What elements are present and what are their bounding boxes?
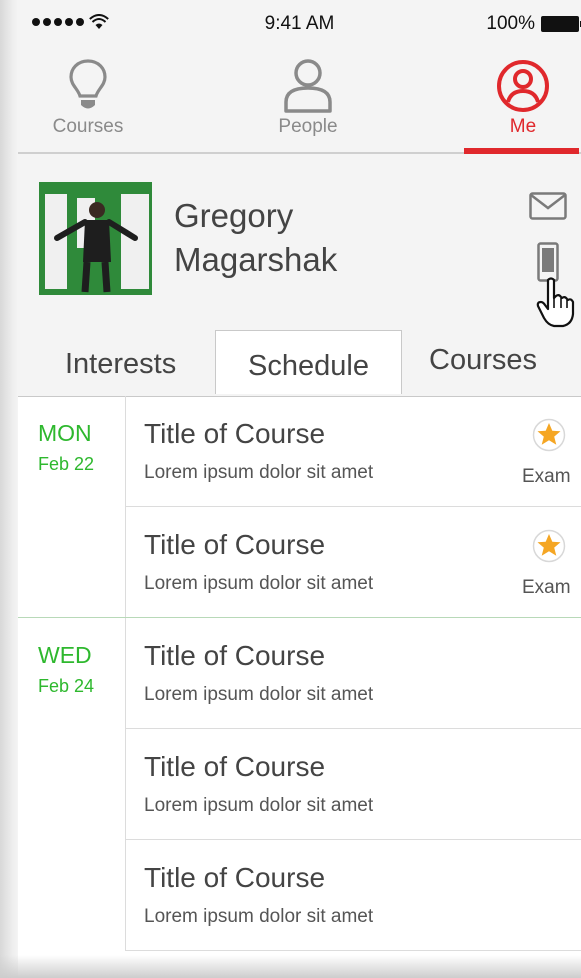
schedule-day-wed: WED Feb 24 Title of Course Lorem ipsum d… bbox=[18, 618, 581, 951]
schedule-list: MON Feb 22 Title of Course Lorem ipsum d… bbox=[18, 396, 581, 951]
main-tab-bar: Courses People Me bbox=[18, 48, 581, 154]
mail-icon[interactable] bbox=[529, 192, 567, 220]
pointer-hand-icon bbox=[536, 277, 575, 328]
day-date: Feb 24 bbox=[38, 676, 95, 696]
tab-me[interactable]: Me bbox=[458, 48, 581, 152]
tab-courses-label: Courses bbox=[52, 116, 124, 137]
course-title: Title of Course bbox=[144, 862, 326, 893]
course-description: Lorem ipsum dolor sit amet bbox=[144, 795, 374, 816]
course-description: Lorem ipsum dolor sit amet bbox=[144, 462, 374, 483]
profile-section-tabs: Interests Schedule Courses bbox=[18, 330, 581, 397]
exam-badge: Exam bbox=[522, 466, 571, 487]
course-title: Title of Course bbox=[144, 751, 326, 782]
course-title: Title of Course bbox=[144, 418, 326, 449]
star-icon[interactable] bbox=[532, 418, 566, 452]
day-date: Feb 22 bbox=[38, 454, 95, 474]
exam-badge: Exam bbox=[522, 577, 571, 598]
lightbulb-icon bbox=[69, 59, 107, 109]
profile-header: Gregory Magarshak bbox=[18, 154, 581, 334]
bottom-shadow bbox=[0, 955, 581, 978]
avatar[interactable] bbox=[39, 182, 152, 295]
battery-percent: 100% bbox=[486, 13, 535, 34]
tab-interests[interactable]: Interests bbox=[65, 348, 176, 381]
course-title: Title of Course bbox=[144, 640, 326, 671]
list-item[interactable]: Title of Course Lorem ipsum dolor sit am… bbox=[126, 618, 581, 729]
course-description: Lorem ipsum dolor sit amet bbox=[144, 684, 374, 705]
tab-courses[interactable]: Courses bbox=[23, 48, 153, 152]
tab-people[interactable]: People bbox=[243, 48, 373, 152]
profile-last-name: Magarshak bbox=[174, 241, 338, 278]
profile-name: Gregory Magarshak bbox=[174, 194, 337, 282]
star-icon[interactable] bbox=[532, 529, 566, 563]
list-item[interactable]: Title of Course Lorem ipsum dolor sit am… bbox=[126, 840, 581, 951]
user-circle-icon bbox=[497, 60, 549, 112]
tab-people-label: People bbox=[278, 116, 338, 137]
course-description: Lorem ipsum dolor sit amet bbox=[144, 906, 374, 927]
list-item[interactable]: Title of Course Lorem ipsum dolor sit am… bbox=[126, 507, 581, 617]
person-icon bbox=[284, 59, 332, 113]
tab-profile-courses[interactable]: Courses bbox=[429, 344, 537, 377]
status-bar: 9:41 AM 100% bbox=[18, 0, 581, 48]
list-item[interactable]: Title of Course Lorem ipsum dolor sit am… bbox=[126, 396, 581, 507]
tab-me-label: Me bbox=[509, 116, 537, 137]
battery-icon bbox=[541, 16, 581, 32]
course-description: Lorem ipsum dolor sit amet bbox=[144, 573, 374, 594]
day-label: MON Feb 22 bbox=[18, 396, 126, 617]
device-edge bbox=[0, 0, 18, 978]
battery-indicator: 100% bbox=[486, 13, 581, 35]
schedule-day-mon: MON Feb 22 Title of Course Lorem ipsum d… bbox=[18, 396, 581, 618]
tab-schedule[interactable]: Schedule bbox=[215, 330, 402, 394]
course-title: Title of Course bbox=[144, 529, 326, 560]
day-label: WED Feb 24 bbox=[18, 618, 126, 951]
list-item[interactable]: Title of Course Lorem ipsum dolor sit am… bbox=[126, 729, 581, 840]
day-of-week: WED bbox=[38, 642, 92, 668]
profile-first-name: Gregory bbox=[174, 197, 294, 234]
day-of-week: MON bbox=[38, 420, 92, 446]
